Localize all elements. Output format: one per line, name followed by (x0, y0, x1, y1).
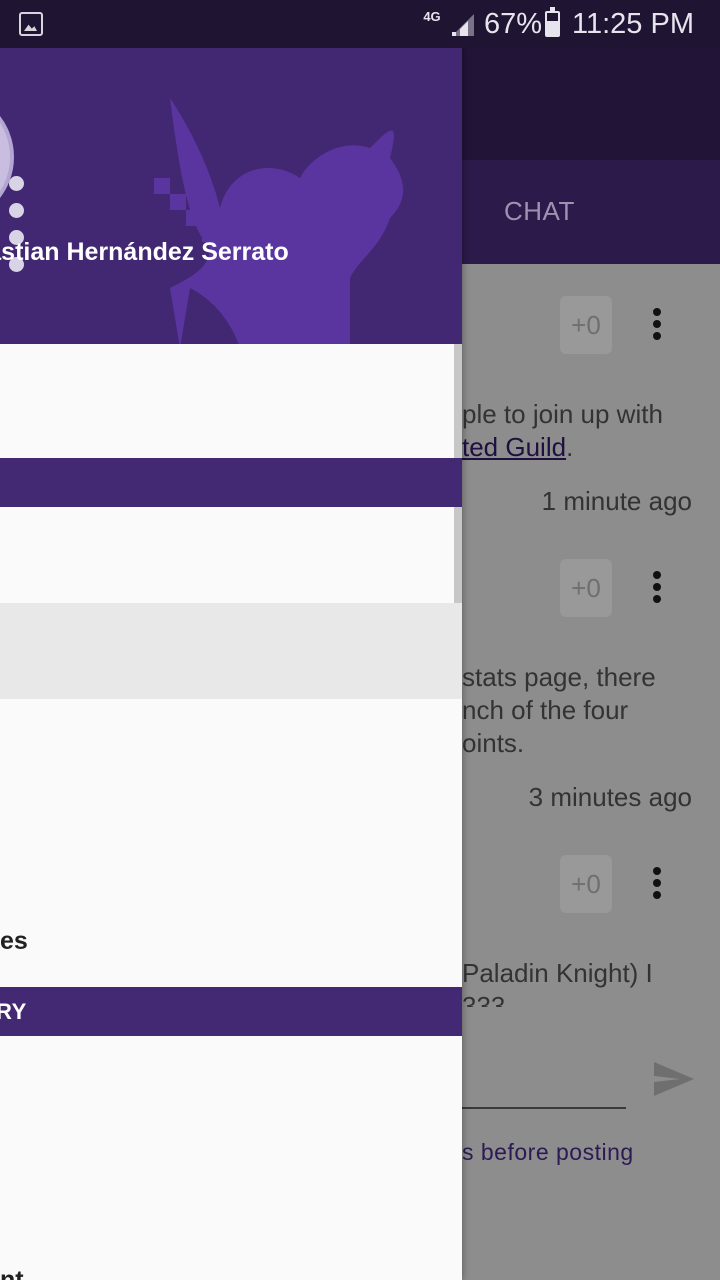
section-header (0, 458, 462, 507)
message-input[interactable] (462, 1107, 626, 1109)
message-time: 3 minutes ago (528, 782, 692, 812)
nav-item[interactable]: nt (0, 1228, 462, 1280)
guild-link[interactable]: ted Guild (462, 432, 566, 462)
section-header-label: RY (0, 999, 27, 1024)
nav-item-selected[interactable] (0, 603, 462, 699)
vote-button[interactable]: +0 (560, 559, 612, 617)
griffin-logo-icon (154, 98, 404, 344)
composer-hint: s before posting (462, 1139, 634, 1165)
nav-item[interactable] (0, 795, 462, 891)
clock: 11:25 PM (572, 8, 694, 40)
status-bar: 4G 67% 11:25 PM (0, 0, 720, 48)
signal-icon (452, 14, 474, 36)
drawer-header: bastian Hernández Serrato (0, 48, 462, 344)
message-text: Paladin Knight) I 333 (462, 958, 653, 1007)
message-time: 1 minute ago (541, 486, 692, 516)
nav-item[interactable] (0, 1132, 462, 1228)
nav-item[interactable]: es (0, 891, 462, 987)
image-notification-icon (19, 12, 43, 36)
nav-item[interactable] (0, 699, 462, 795)
nav-item-label: es (0, 927, 28, 955)
message-text: stats page, there nch of the four oints. (462, 662, 656, 758)
nav-item[interactable] (0, 1036, 462, 1132)
vote-button[interactable]: +0 (560, 855, 612, 913)
username: bastian Hernández Serrato (0, 238, 289, 266)
battery-icon (545, 7, 560, 37)
account-switcher-icon[interactable] (9, 176, 25, 284)
tab-chat[interactable]: CHAT (504, 196, 575, 227)
send-icon[interactable] (652, 1060, 696, 1098)
network-type: 4G (423, 9, 441, 24)
battery-percent: 67% (484, 8, 543, 40)
nav-item-label: nt (0, 1266, 24, 1280)
section-header: RY (0, 987, 462, 1036)
message-text: ple to join up with ted Guild. (462, 399, 663, 462)
more-options-icon[interactable] (652, 867, 662, 899)
nav-item[interactable] (0, 507, 462, 603)
vote-button[interactable]: +0 (560, 296, 612, 354)
more-options-icon[interactable] (652, 571, 662, 603)
nav-item[interactable] (0, 346, 462, 458)
more-options-icon[interactable] (652, 308, 662, 340)
navigation-drawer: bastian Hernández Serrato es RY nt (0, 48, 462, 1280)
